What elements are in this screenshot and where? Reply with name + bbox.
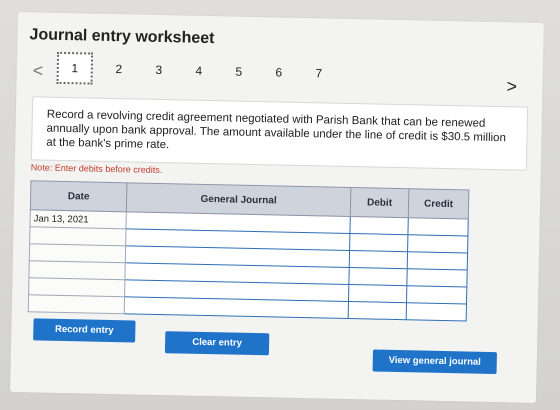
date-cell (28, 294, 125, 314)
debit-input[interactable] (348, 284, 407, 303)
journal-table: Date General Journal Debit Credit Jan 13… (28, 180, 470, 321)
tab-4[interactable]: 4 (179, 63, 219, 78)
journal-worksheet-panel: Journal entry worksheet < 1 2 3 4 5 6 7 … (10, 12, 544, 403)
record-entry-button[interactable]: Record entry (33, 318, 136, 343)
tab-1[interactable]: 1 (56, 51, 94, 85)
general-journal-input[interactable] (124, 296, 349, 319)
date-cell: Jan 13, 2021 (30, 209, 127, 229)
credit-input[interactable] (406, 268, 468, 287)
debit-column-header: Debit (350, 187, 409, 218)
entry-tabs: 1 2 3 4 5 6 7 (56, 51, 340, 89)
view-general-journal-button[interactable]: View general journal (372, 349, 497, 375)
credit-input[interactable] (407, 217, 469, 236)
tab-7[interactable]: 7 (299, 66, 339, 81)
date-cell (28, 260, 126, 280)
debit-input[interactable] (348, 301, 407, 320)
date-cell (29, 243, 126, 263)
credit-input[interactable] (406, 285, 467, 304)
tab-3[interactable]: 3 (139, 63, 179, 78)
page-title: Journal entry worksheet (29, 26, 215, 48)
debit-input[interactable] (348, 267, 408, 286)
credit-column-header: Credit (408, 188, 469, 219)
credit-input[interactable] (407, 251, 468, 270)
debit-input[interactable] (349, 233, 408, 252)
instruction-box: Record a revolving credit agreement nego… (30, 96, 529, 171)
credit-input[interactable] (406, 302, 467, 321)
tab-6[interactable]: 6 (259, 65, 299, 80)
note-text: Note: Enter debits before credits. (30, 162, 163, 176)
previous-arrow-icon[interactable]: < (33, 60, 44, 81)
next-arrow-icon[interactable]: > (506, 76, 517, 97)
date-cell (28, 277, 125, 297)
general-journal-column-header: General Journal (126, 182, 351, 217)
debit-input[interactable] (349, 216, 409, 235)
tab-2[interactable]: 2 (99, 62, 139, 77)
clear-entry-button[interactable]: Clear entry (164, 331, 270, 356)
tab-5[interactable]: 5 (219, 64, 259, 79)
debit-input[interactable] (349, 250, 408, 269)
credit-input[interactable] (407, 234, 468, 253)
date-column-header: Date (30, 180, 127, 212)
screen-photo: Journal entry worksheet < 1 2 3 4 5 6 7 … (0, 0, 560, 410)
date-cell (29, 226, 126, 246)
